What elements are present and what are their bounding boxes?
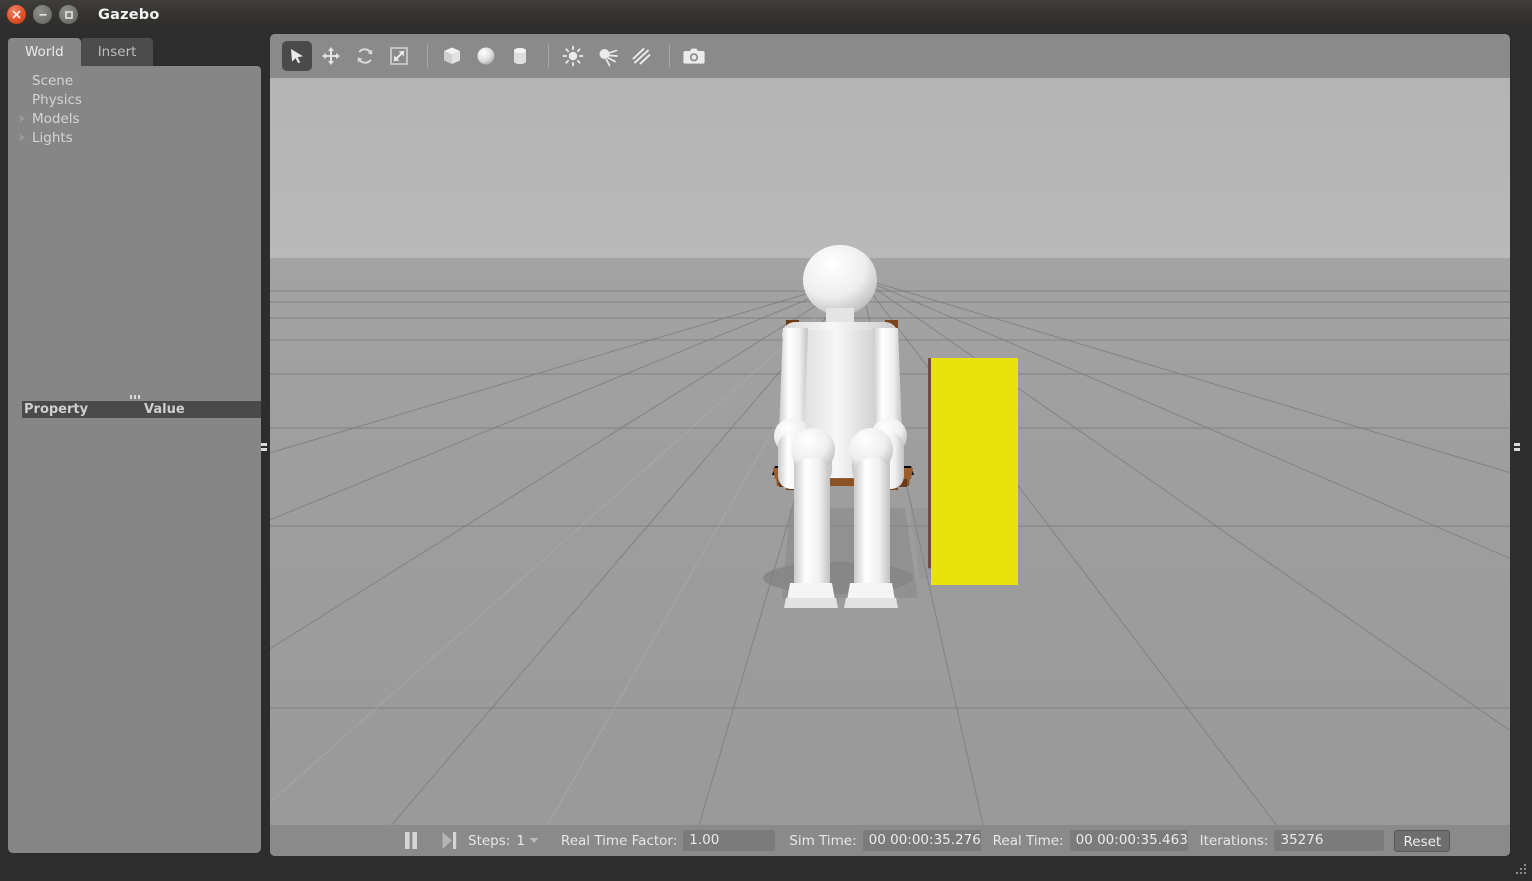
rotate-icon [355,46,375,66]
translate-mode-button[interactable] [316,41,346,71]
minimize-button[interactable] [33,5,52,24]
real-time-factor-label: Real Time Factor: [561,833,677,849]
iterations-label: Iterations: [1200,833,1269,849]
insert-spot-light-button[interactable] [592,41,622,71]
toolbar-separator [548,44,549,68]
insert-sphere-button[interactable] [471,41,501,71]
iterations-field[interactable]: 35276 [1274,830,1384,851]
toolbar-separator [669,44,670,68]
screenshot-button[interactable] [679,41,709,71]
pause-icon [404,832,418,849]
column-header-value[interactable]: Value [144,402,185,417]
render-area: Steps: 1 Real Time Factor: 1.00 Sim Time… [270,34,1510,856]
toolbar-separator [427,44,428,68]
left-panel: World Insert Scene Physics Models [8,38,261,853]
window-title: Gazebo [98,7,160,23]
insert-cylinder-button[interactable] [505,41,535,71]
tree-item-scene[interactable]: Scene [8,71,261,90]
pause-button[interactable] [398,830,424,852]
left-splitter-handle[interactable] [260,437,268,457]
tree-item-physics[interactable]: Physics [8,90,261,109]
chevron-right-icon[interactable] [16,133,28,142]
tab-world[interactable]: World [8,38,81,66]
step-forward-button[interactable] [436,830,462,852]
scale-icon [389,46,409,66]
real-time-field[interactable]: 00 00:00:35.463 [1070,830,1188,851]
camera-icon [683,46,705,66]
world-tree: Scene Physics Models Lights [8,71,261,147]
maximize-icon [64,10,74,20]
insert-point-light-button[interactable] [558,41,588,71]
cursor-arrow-icon [288,47,306,65]
move-arrows-icon [321,46,341,66]
directional-light-icon [630,45,652,67]
spot-light-icon [596,45,618,67]
chevron-down-icon[interactable] [529,833,539,848]
maximize-button[interactable] [59,5,78,24]
insert-directional-light-button[interactable] [626,41,656,71]
cylinder-icon [509,45,531,67]
close-button[interactable] [7,5,26,24]
point-light-icon [562,45,584,67]
tree-item-scene-label: Scene [32,73,73,89]
panel-splitter-handle[interactable] [8,392,261,401]
property-table-header: Property Value [22,401,261,418]
tab-insert-label: Insert [98,44,137,60]
real-time-label: Real Time: [993,833,1064,849]
3d-viewport[interactable] [270,78,1510,856]
minimize-icon [38,10,48,19]
chevron-right-icon[interactable] [16,114,28,123]
tree-item-physics-label: Physics [32,92,82,108]
step-forward-icon [442,832,457,849]
tree-item-models[interactable]: Models [8,109,261,128]
right-splitter-handle[interactable] [1513,437,1521,457]
box-icon [441,45,463,67]
insert-box-button[interactable] [437,41,467,71]
yellow-panel [928,358,1018,585]
real-time-factor-field[interactable]: 1.00 [683,830,775,851]
status-bar: Steps: 1 Real Time Factor: 1.00 Sim Time… [270,825,1510,856]
tab-world-label: World [25,44,64,60]
steps-value[interactable]: 1 [516,833,525,849]
scene-toolbar [270,34,1510,78]
column-header-property[interactable]: Property [22,402,144,417]
panel-tabs: World Insert [8,38,153,66]
scale-mode-button[interactable] [384,41,414,71]
sim-time-field[interactable]: 00 00:00:35.276 [863,830,981,851]
sim-time-label: Sim Time: [789,833,856,849]
panel-body: Scene Physics Models Lights [8,66,261,853]
reset-button[interactable]: Reset [1394,830,1450,852]
close-icon [12,10,21,19]
sphere-icon [475,45,497,67]
ground-grid [270,78,1510,856]
tab-insert[interactable]: Insert [81,38,154,66]
select-mode-button[interactable] [282,41,312,71]
tree-item-models-label: Models [32,111,80,127]
rotate-mode-button[interactable] [350,41,380,71]
resize-grip-icon[interactable] [1513,862,1529,878]
steps-label: Steps: [468,833,510,849]
tree-item-lights[interactable]: Lights [8,128,261,147]
tree-item-lights-label: Lights [32,130,73,146]
title-bar: Gazebo [0,0,1532,29]
grip-dots [130,395,140,399]
